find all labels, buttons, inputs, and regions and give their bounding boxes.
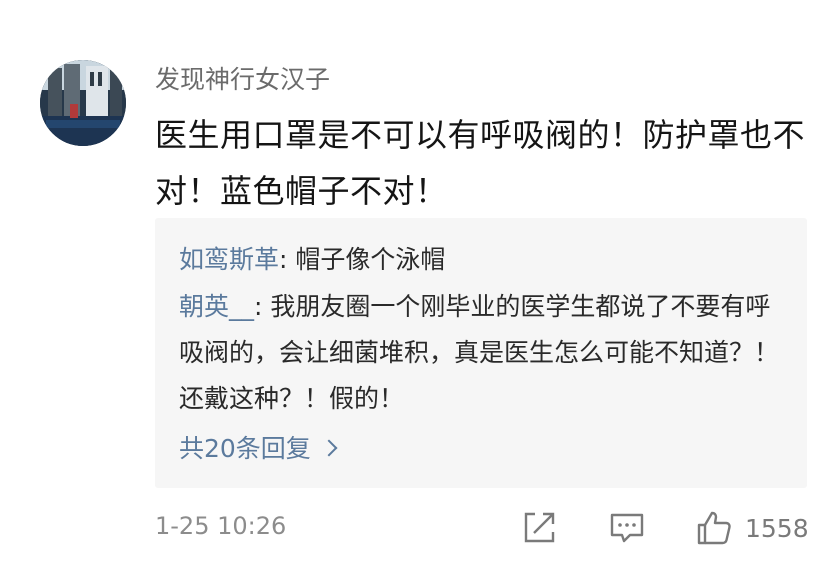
reply-item[interactable]: 如鸾斯革: 帽子像个泳帽	[179, 237, 779, 283]
share-button[interactable]	[521, 508, 557, 548]
share-icon	[524, 512, 555, 543]
reply-separator: :	[279, 245, 296, 274]
reply-text: 帽子像个泳帽	[295, 245, 446, 274]
like-count: 1558	[745, 513, 809, 543]
avatar[interactable]	[40, 60, 126, 146]
reply-author[interactable]: 朝英__	[179, 292, 254, 321]
comment-text: 医生用口罩是不可以有呼吸阀的！防护罩也不对！蓝色帽子不对！	[155, 116, 806, 210]
timestamp: 1-25 10:26	[155, 512, 287, 540]
avatar-image	[40, 60, 126, 146]
reply-separator: :	[254, 292, 271, 321]
replies-panel: 如鸾斯革: 帽子像个泳帽 朝英__: 我朋友圈一个刚毕业的医学生都说了不要有呼吸…	[155, 218, 807, 488]
chevron-right-icon	[320, 439, 338, 457]
reply-author[interactable]: 如鸾斯革	[179, 245, 279, 274]
username[interactable]: 发现神行女汉子	[155, 60, 330, 96]
like-button[interactable]: 1558	[695, 508, 809, 548]
thumbs-up-icon	[697, 511, 731, 545]
reply-item[interactable]: 朝英__: 我朋友圈一个刚毕业的医学生都说了不要有呼吸阀的，会让细菌堆积，真是医…	[179, 284, 789, 422]
view-more-replies-link[interactable]: 共20条回复	[179, 426, 338, 472]
more-replies-label: 共20条回复	[179, 434, 311, 463]
comment-icon	[610, 513, 644, 543]
comment-button[interactable]	[608, 508, 646, 548]
